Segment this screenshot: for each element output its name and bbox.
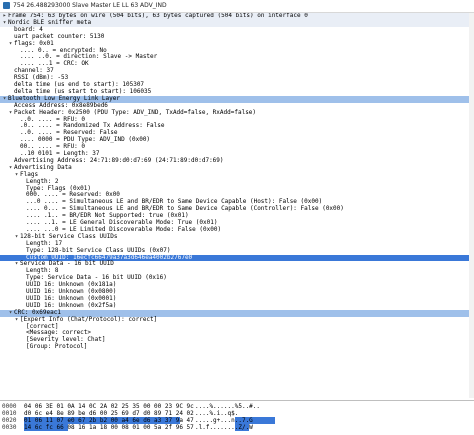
tree-row[interactable]: UUID 16: Unknown (0x2f5a) [0,302,474,310]
tree-row[interactable]: ▾ Flags [0,171,474,179]
expand-toggle-icon[interactable]: ▾ [8,40,13,48]
expand-toggle-icon[interactable]: ▾ [14,260,19,268]
bytes-offset: 0000 [2,403,17,410]
bytes-hex: d0 6c e4 8e 89 be d6 00 25 69 d7 d0 89 7… [24,410,194,417]
packet-details-tree[interactable]: ▸ Frame 754: 63 bytes on wire (504 bits),… [0,13,474,398]
tree-row[interactable]: .... ...1 = CRC: OK [0,60,474,68]
expand-toggle-icon[interactable]: ▾ [14,171,19,179]
packet-details-scrollbar[interactable] [469,13,474,398]
tree-row[interactable]: ▾ Advertising Data [0,164,474,172]
bytes-hex: 14 6c fc 66 08 16 1a 18 00 08 01 00 5a 2… [24,424,194,431]
expand-toggle-icon[interactable]: ▾ [8,309,13,317]
tree-row[interactable]: ▾ 128-bit Service Class UUIDs [0,233,474,241]
window-title: 754 26.488293000 Slave Master LE LL 63 A… [13,2,167,9]
bytes-ascii: .l.f........Z/.W [195,424,253,431]
expand-toggle-icon[interactable]: ▾ [2,19,7,27]
bytes-row[interactable]: 0010 d0 6c e4 8e 89 be d6 00 25 69 d7 d0 … [0,410,474,417]
tree-row[interactable]: ▾ Nordic BLE sniffer meta [0,19,474,27]
expand-toggle-icon[interactable]: ▾ [14,233,19,241]
bytes-hex: 01 06 11 07 e0 67 2b b2 00 a4 6e d6 a3 3… [24,417,194,424]
tree-row[interactable]: [Group: Protocol] [0,343,474,351]
expand-toggle-icon[interactable]: ▾ [8,109,13,117]
tree-row[interactable]: uart packet counter: 5130 [0,33,474,41]
packet-bytes-pane[interactable]: 0000 04 06 3E 01 0A 14 0C 2A 02 25 35 00 … [0,400,474,435]
bytes-offset: 0010 [2,410,17,417]
tree-row[interactable]: ▾ [Expert Info (Chat/Protocol): correct] [0,316,474,324]
expand-toggle-icon[interactable]: ▾ [8,164,13,172]
bytes-ascii: ....%.i..q$. [195,410,239,417]
expand-toggle-icon[interactable]: ▾ [2,95,7,103]
tree-row[interactable]: channel: 37 [0,67,474,75]
window-titlebar: 754 26.488293000 Slave Master LE LL 63 A… [0,0,474,13]
tree-row[interactable]: ▾ Service Data - 16 bit UUID [0,260,474,268]
bytes-offset: 0020 [2,417,17,424]
bytes-row[interactable]: 0000 04 06 3E 01 0A 14 0C 2A 02 25 35 00 … [0,403,474,410]
bytes-hex: 04 06 3E 01 0A 14 0C 2A 02 25 35 00 00 2… [24,403,194,410]
bytes-row[interactable]: 0020 01 06 11 07 e0 67 2b b2 00 a4 6e d6 … [0,417,474,424]
bytes-offset: 0030 [2,424,17,431]
bytes-ascii: .....g+...n..7.G [195,417,253,424]
wireshark-app-icon [3,2,10,9]
bytes-ascii: ....%......%5..#.. [195,403,261,410]
tree-row-label: [Group: Protocol] [26,343,88,351]
expand-toggle-icon[interactable]: ▾ [14,316,19,324]
bytes-row[interactable]: 0030 14 6c fc 66 08 16 1a 18 00 08 01 00 … [0,424,474,431]
